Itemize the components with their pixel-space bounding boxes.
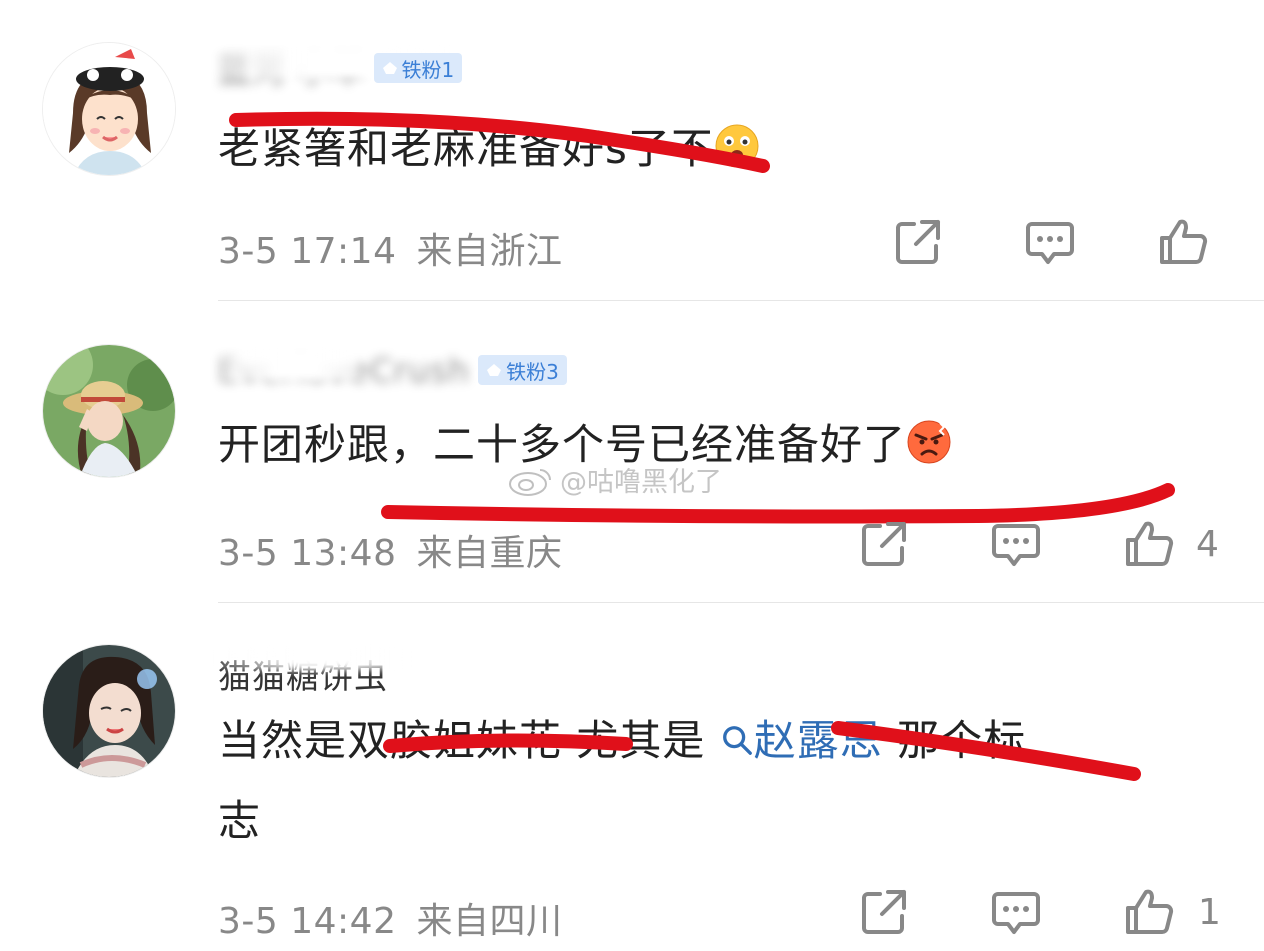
avatar[interactable] bbox=[42, 42, 176, 176]
avatar[interactable] bbox=[42, 344, 176, 478]
comment-text-body: 当然是双胶姐妹花 尤其是 bbox=[218, 716, 706, 765]
comment-text-body-2: 那个标 bbox=[897, 716, 1027, 765]
comment-icon bbox=[992, 524, 1040, 566]
like-icon bbox=[1126, 889, 1174, 934]
fan-badge[interactable]: 铁粉3 bbox=[478, 355, 567, 385]
name-smudge bbox=[218, 648, 408, 670]
badge-label: 铁粉1 bbox=[401, 57, 455, 82]
comment-text: 老紧箸和老麻准备好s了不 bbox=[218, 114, 760, 184]
avatar-image bbox=[43, 645, 175, 777]
name-row: EverloveCrush 铁粉3 bbox=[218, 346, 567, 394]
reply-button[interactable] bbox=[990, 518, 1042, 570]
divider bbox=[218, 300, 1264, 301]
comment-time: 3-5 13:48 bbox=[218, 533, 397, 574]
topic-link-label: 赵露思 bbox=[753, 716, 883, 765]
like-icon bbox=[1160, 219, 1208, 264]
divider bbox=[218, 602, 1264, 603]
name-smudge bbox=[218, 350, 358, 380]
comment-location: 来自浙江 bbox=[416, 231, 563, 272]
search-icon bbox=[722, 726, 752, 755]
emoji-icon bbox=[715, 124, 759, 168]
avatar-image bbox=[43, 43, 175, 175]
reply-button[interactable] bbox=[990, 886, 1042, 938]
comment-text-continuation: 志 bbox=[218, 796, 262, 845]
comment-time: 3-5 14:42 bbox=[218, 901, 397, 942]
comment-text-body: 老紧箸和老麻准备好s了不 bbox=[218, 124, 714, 173]
watermark-text: @咕噜黑化了 bbox=[560, 467, 722, 498]
comment-meta: 3-5 13:48 来自重庆 bbox=[218, 524, 563, 576]
comment-icon bbox=[992, 892, 1040, 934]
topic-link[interactable]: 赵露思 bbox=[720, 716, 883, 765]
weibo-logo-icon bbox=[509, 468, 551, 496]
share-icon bbox=[862, 890, 906, 934]
share-button[interactable] bbox=[858, 518, 910, 570]
share-button[interactable] bbox=[892, 216, 944, 268]
name-row: 蓝河 小羊 铁粉1 bbox=[218, 44, 463, 92]
share-icon bbox=[862, 522, 906, 566]
share-icon bbox=[896, 220, 940, 264]
comment-meta: 3-5 17:14 来自浙江 bbox=[218, 222, 563, 274]
comment-location: 来自四川 bbox=[416, 901, 563, 942]
fan-badge[interactable]: 铁粉1 bbox=[373, 53, 463, 83]
comment-text: 当然是双胶姐妹花 尤其是 赵露思 那个标 bbox=[218, 706, 1026, 776]
like-button[interactable] bbox=[1124, 518, 1176, 570]
comment-location: 来自重庆 bbox=[416, 533, 563, 574]
like-count: 1 bbox=[1198, 892, 1221, 933]
red-strike-2 bbox=[381, 483, 1175, 524]
comment-time: 3-5 17:14 bbox=[218, 231, 397, 272]
reply-button[interactable] bbox=[1024, 216, 1076, 268]
avatar[interactable] bbox=[42, 644, 176, 778]
like-button[interactable] bbox=[1158, 216, 1210, 268]
share-button[interactable] bbox=[858, 886, 910, 938]
emoji-icon bbox=[907, 420, 951, 464]
avatar-image bbox=[43, 345, 175, 477]
badge-icon bbox=[487, 364, 502, 376]
like-button[interactable] bbox=[1124, 886, 1176, 938]
comment-icon bbox=[1026, 222, 1074, 264]
comment-meta: 3-5 14:42 来自四川 bbox=[218, 892, 563, 944]
name-row: 猫猫糖饼虫 bbox=[218, 648, 408, 698]
like-icon bbox=[1126, 521, 1174, 566]
watermark: @咕噜黑化了 bbox=[508, 460, 722, 499]
comment-text-line2: 志 bbox=[218, 786, 261, 856]
like-count: 4 bbox=[1196, 524, 1219, 565]
badge-label: 铁粉3 bbox=[506, 359, 559, 384]
badge-icon bbox=[382, 62, 397, 74]
